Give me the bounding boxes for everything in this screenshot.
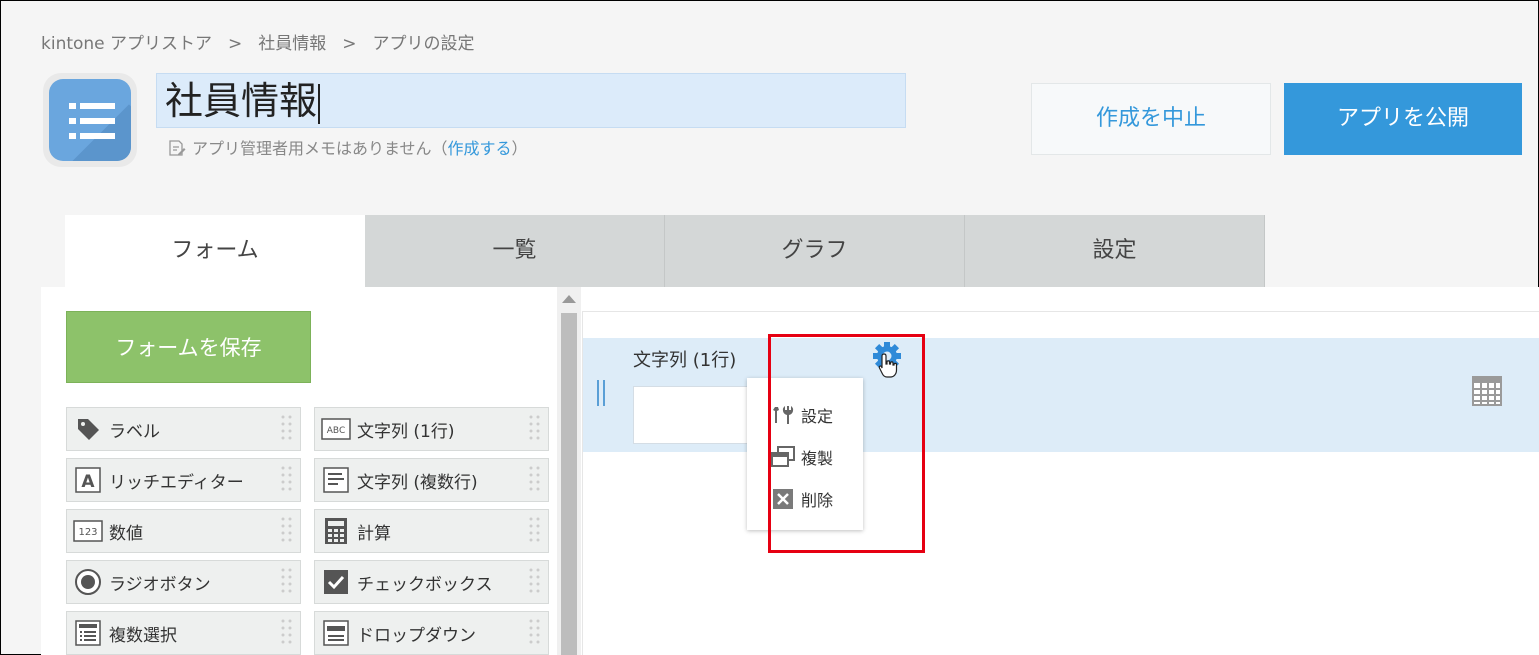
- palette-item-text: 計算: [357, 523, 391, 544]
- tab-list[interactable]: 一覧: [365, 215, 665, 289]
- annotation-highlight-box: [768, 334, 925, 553]
- form-canvas: 文字列 (1行): [582, 311, 1539, 655]
- drag-grip-icon: [281, 517, 292, 542]
- palette-item-checkbox[interactable]: チェックボックス: [314, 560, 549, 604]
- drag-grip-icon: [281, 619, 292, 644]
- multiline-text-icon: [321, 465, 351, 495]
- palette-item-number[interactable]: 123 数値: [66, 509, 301, 553]
- scrollbar-thumb[interactable]: [561, 313, 577, 655]
- palette-item-radio-button[interactable]: ラジオボタン: [66, 560, 301, 604]
- breadcrumb-app[interactable]: 社員情報: [258, 34, 326, 54]
- palette-item-text: ラベル: [109, 421, 160, 442]
- svg-text:A: A: [81, 472, 95, 492]
- palette-item-text: 数値: [109, 523, 143, 544]
- checkbox-icon: [321, 567, 351, 597]
- memo-create-link[interactable]: 作成する: [448, 139, 512, 158]
- tab-form[interactable]: フォーム: [65, 215, 365, 293]
- calculator-icon: [321, 516, 351, 546]
- publish-app-button[interactable]: アプリを公開: [1284, 83, 1522, 155]
- palette-item-label[interactable]: ラベル: [66, 407, 301, 451]
- scroll-up-arrow-icon[interactable]: [562, 295, 576, 303]
- svg-text:ABC: ABC: [327, 426, 345, 436]
- palette-item-text: 文字列 (1行): [357, 421, 455, 442]
- radio-icon: [73, 567, 103, 597]
- drag-handle-icon[interactable]: [597, 380, 605, 406]
- tag-icon: [73, 414, 103, 444]
- tab-graph[interactable]: グラフ: [665, 215, 965, 289]
- field-label: 文字列 (1行): [633, 350, 737, 371]
- palette-item-text: チェックボックス: [357, 574, 493, 595]
- breadcrumb-current: アプリの設定: [372, 34, 475, 54]
- rich-editor-icon: A: [73, 465, 103, 495]
- drag-grip-icon: [529, 415, 540, 440]
- palette-item-text: ラジオボタン: [109, 574, 211, 595]
- memo-text: アプリ管理者用メモはありません（: [192, 139, 448, 158]
- breadcrumb-separator: >: [228, 34, 243, 54]
- abc-icon: ABC: [321, 414, 351, 444]
- settings-tabs: フォーム 一覧 グラフ 設定: [65, 215, 1265, 293]
- field-palette: フォームを保存 ラベル ABC 文字列 (1行) A リッチエディター 文字列 …: [41, 287, 557, 655]
- number-icon: 123: [73, 516, 103, 546]
- palette-item-text: 文字列 (複数行): [357, 472, 478, 493]
- list-icon: [69, 103, 115, 139]
- breadcrumb-app-store[interactable]: kintone アプリストア: [41, 34, 212, 54]
- palette-item-calculation[interactable]: 計算: [314, 509, 549, 553]
- app-title-text: 社員情報: [165, 79, 318, 123]
- drag-grip-icon: [281, 568, 292, 593]
- palette-item-multi-line-text[interactable]: 文字列 (複数行): [314, 458, 549, 502]
- palette-item-text: 複数選択: [109, 625, 177, 646]
- app-title-input[interactable]: 社員情報: [156, 73, 906, 128]
- app-icon[interactable]: [43, 73, 137, 167]
- palette-item-rich-editor[interactable]: A リッチエディター: [66, 458, 301, 502]
- drag-grip-icon: [281, 415, 292, 440]
- admin-memo: アプリ管理者用メモはありません（作成する）: [168, 135, 528, 159]
- breadcrumb-separator: >: [342, 34, 357, 54]
- drag-grip-icon: [529, 466, 540, 491]
- palette-item-single-line-text[interactable]: ABC 文字列 (1行): [314, 407, 549, 451]
- multi-select-icon: [73, 618, 103, 648]
- drag-grip-icon: [529, 568, 540, 593]
- form-field-row[interactable]: 文字列 (1行): [583, 338, 1539, 452]
- memo-edit-icon: [169, 140, 186, 156]
- palette-item-dropdown[interactable]: ドロップダウン: [314, 611, 549, 655]
- svg-text:123: 123: [78, 527, 97, 538]
- palette-item-text: ドロップダウン: [357, 625, 476, 646]
- memo-text-close: ）: [511, 139, 528, 158]
- save-form-button[interactable]: フォームを保存: [66, 311, 311, 383]
- table-grid-icon[interactable]: [1472, 376, 1502, 406]
- breadcrumb: kintone アプリストア > 社員情報 > アプリの設定: [41, 29, 491, 54]
- drag-grip-icon: [529, 517, 540, 542]
- palette-scrollbar[interactable]: [557, 287, 581, 655]
- palette-item-text: リッチエディター: [109, 472, 244, 493]
- cancel-creation-button[interactable]: 作成を中止: [1031, 83, 1271, 155]
- palette-item-multi-select[interactable]: 複数選択: [66, 611, 301, 655]
- dropdown-icon: [321, 618, 351, 648]
- drag-grip-icon: [281, 466, 292, 491]
- drag-grip-icon: [529, 619, 540, 644]
- tab-settings[interactable]: 設定: [965, 215, 1265, 289]
